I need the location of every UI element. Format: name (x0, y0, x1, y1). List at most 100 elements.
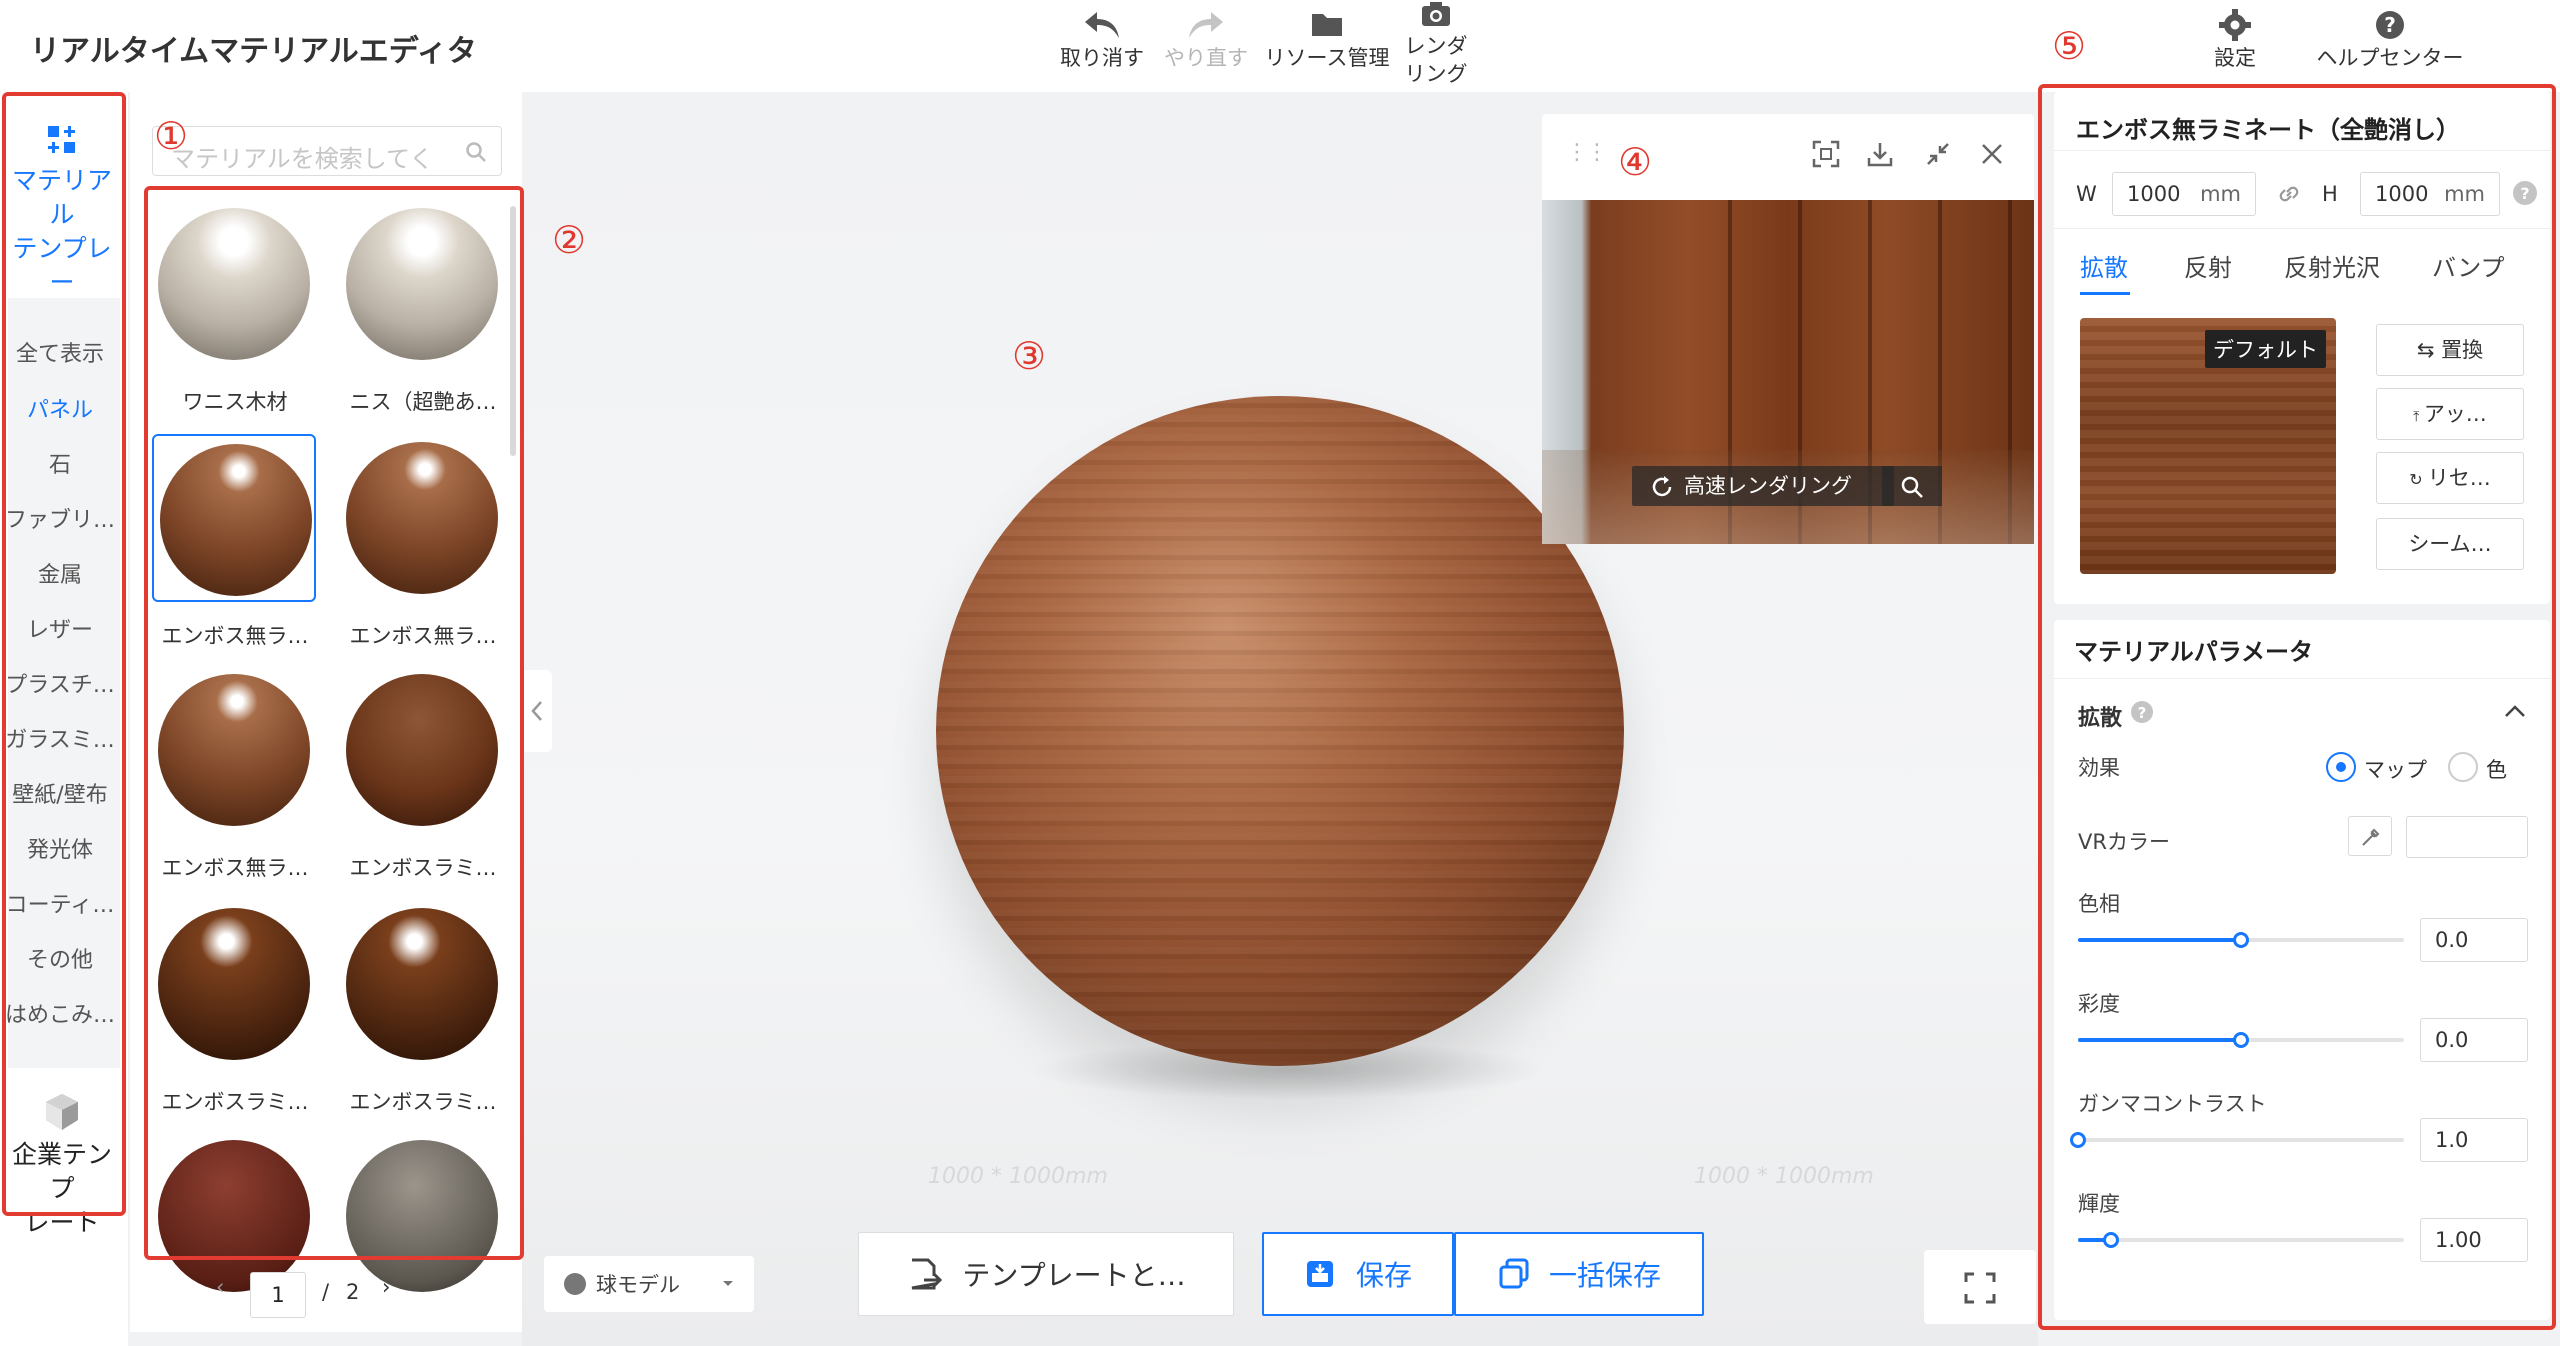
slider-value-input[interactable]: 1.00 (2420, 1218, 2528, 1262)
category-item[interactable]: 金属 (0, 557, 120, 589)
slider-track[interactable] (2078, 1032, 2404, 1048)
material-card[interactable] (152, 672, 316, 840)
material-thumbnail (346, 442, 498, 594)
material-card[interactable] (152, 434, 316, 602)
link-icon[interactable] (2276, 182, 2302, 206)
page-input[interactable]: 1 (250, 1272, 306, 1318)
default-badge: デフォルト (2205, 330, 2326, 368)
help-icon[interactable]: ? (2512, 180, 2538, 206)
vr-color-swatch[interactable] (2406, 816, 2528, 858)
slider-fill (2078, 938, 2241, 942)
material-tab[interactable]: 反射光沢 (2284, 248, 2380, 283)
upload-texture-button[interactable]: ⤒ アッ… (2376, 388, 2524, 440)
category-item[interactable]: はめこみ… (0, 997, 120, 1029)
category-item[interactable]: ガラスミ… (0, 722, 120, 754)
slider-track[interactable] (2078, 932, 2404, 948)
undo-button[interactable]: 取り消す (1056, 8, 1148, 72)
material-card[interactable] (340, 1138, 504, 1306)
slider-label: ガンマコントラスト (2078, 1092, 2267, 1116)
next-page-icon[interactable]: › (382, 1275, 390, 1299)
height-label: H (2322, 182, 2338, 206)
material-template-icon (48, 126, 75, 153)
redo-button[interactable]: やり直す (1160, 8, 1252, 72)
prev-page-icon[interactable]: ‹ (216, 1275, 224, 1299)
replace-texture-button[interactable]: ⇆ 置換 (2376, 324, 2524, 376)
reset-texture-button[interactable]: ↻ リセ… (2376, 452, 2524, 504)
minimize-icon[interactable] (1924, 140, 1952, 168)
material-card[interactable] (340, 440, 504, 608)
model-select[interactable]: 球モデル (544, 1256, 754, 1312)
category-item[interactable]: コーティ… (0, 887, 120, 919)
material-thumbnail (160, 444, 312, 596)
category-item[interactable]: 全て表示 (0, 336, 120, 368)
color-picker-button[interactable] (2348, 816, 2392, 856)
render-button[interactable]: レンダ リング (1396, 0, 1476, 88)
vr-color-label: VRカラー (2078, 830, 2170, 854)
slider-fill (2078, 1038, 2241, 1042)
category-item[interactable]: プラスチ… (0, 667, 120, 699)
help-center-button[interactable]: ? ヘルプセンター (2300, 8, 2480, 72)
batch-save-button[interactable]: 一括保存 (1454, 1232, 1704, 1316)
seamless-texture-button[interactable]: シーム… (2376, 518, 2524, 570)
settings-button[interactable]: 設定 (2200, 8, 2270, 72)
save-button[interactable]: 保存 (1262, 1232, 1454, 1316)
slider-handle[interactable] (2233, 1032, 2249, 1048)
undo-icon (1085, 12, 1119, 38)
svg-text:?: ? (2384, 13, 2396, 37)
category-item[interactable]: 発光体 (0, 832, 120, 864)
category-item[interactable]: その他 (0, 942, 120, 974)
material-name: エンボス無ラミネート（全艶消し） (2076, 116, 2460, 144)
sphere-model-icon (564, 1273, 586, 1295)
material-card[interactable] (152, 206, 316, 374)
material-card-label: エンボス無ラ… (161, 856, 309, 880)
slider-handle[interactable] (2070, 1132, 2086, 1148)
material-tab[interactable]: 拡散 (2080, 248, 2128, 283)
material-tab[interactable]: 反射 (2184, 248, 2232, 283)
fullscreen-button[interactable] (1924, 1250, 2036, 1324)
slider-value-input[interactable]: 0.0 (2420, 918, 2528, 962)
material-search-input[interactable]: マテリアルを検索してく (152, 126, 502, 176)
search-icon[interactable] (465, 141, 487, 163)
material-card[interactable] (152, 906, 316, 1074)
slider-value-input[interactable]: 1.0 (2420, 1118, 2528, 1162)
slider-handle[interactable] (2233, 932, 2249, 948)
collapse-panel-button[interactable] (522, 670, 552, 752)
width-input[interactable]: 1000 mm (2112, 172, 2256, 216)
slider-track[interactable] (2078, 1232, 2404, 1248)
material-thumbnail (346, 1140, 498, 1292)
category-item[interactable]: 壁紙/壁布 (0, 777, 120, 809)
resource-management-button[interactable]: リソース管理 (1260, 8, 1394, 72)
effect-label: 効果 (2078, 756, 2120, 780)
material-card[interactable] (340, 672, 504, 840)
params-title: マテリアルパラメータ (2074, 638, 2314, 666)
chevron-up-icon[interactable] (2504, 704, 2526, 718)
material-card[interactable] (340, 206, 504, 374)
diffuse-texture-thumbnail[interactable]: デフォルト (2080, 318, 2336, 574)
help-icon[interactable]: ? (2130, 700, 2154, 724)
library-scrollbar[interactable] (510, 206, 516, 456)
category-item[interactable]: レザー (0, 612, 120, 644)
divider (2054, 678, 2550, 679)
height-input[interactable]: 1000 mm (2360, 172, 2500, 216)
close-icon[interactable] (1980, 142, 2004, 166)
category-item[interactable]: ファブリ… (0, 502, 120, 534)
camera-icon (1422, 2, 1450, 26)
screenshot-icon[interactable] (1812, 140, 1840, 168)
material-preview-sphere[interactable] (936, 396, 1624, 1066)
category-item[interactable]: パネル (0, 392, 120, 424)
floor-dimension-right: 1000 * 1000mm (1694, 1164, 1874, 1189)
enterprise-template-tab[interactable]: 企業テンプ レート (0, 1090, 124, 1240)
material-card[interactable] (340, 906, 504, 1074)
reset-icon: ↻ (2409, 470, 2428, 489)
template-button[interactable]: テンプレートと… (858, 1232, 1234, 1316)
material-tab[interactable]: バンプ (2432, 248, 2504, 283)
color-radio[interactable] (2448, 752, 2478, 782)
category-item[interactable]: 石 (0, 447, 120, 479)
slider-value-input[interactable]: 0.0 (2420, 1018, 2528, 1062)
render-zoom-button[interactable] (1882, 466, 1942, 506)
drag-handle-icon[interactable]: ⋮⋮ (1566, 140, 1608, 165)
slider-track[interactable] (2070, 1132, 2404, 1148)
map-radio[interactable] (2326, 752, 2356, 782)
slider-handle[interactable] (2102, 1232, 2119, 1248)
download-icon[interactable] (1866, 140, 1894, 168)
